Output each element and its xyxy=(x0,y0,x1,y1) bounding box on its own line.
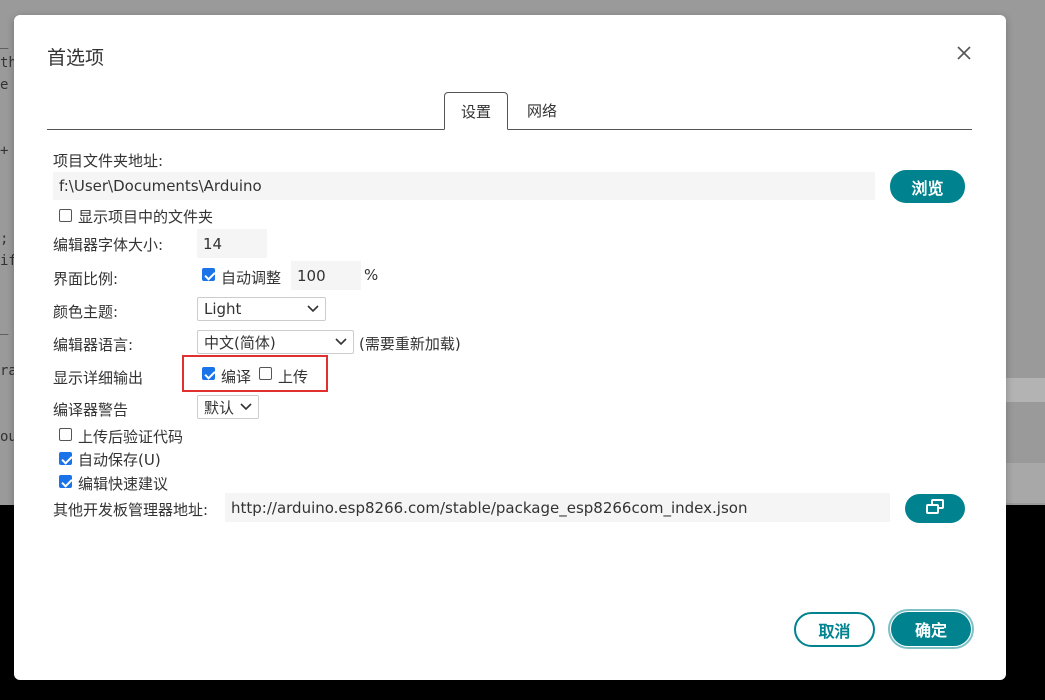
ok-button[interactable]: 确定 xyxy=(891,612,971,646)
tab-settings[interactable]: 设置 xyxy=(444,92,508,130)
verbose-compile-label: 编译 xyxy=(221,368,252,386)
dialog-title: 首选项 xyxy=(47,47,105,69)
background-code-line xyxy=(0,294,14,316)
sketchbook-path-input[interactable] xyxy=(53,172,875,200)
background-code-line xyxy=(0,162,14,184)
verbose-compile-checkbox[interactable] xyxy=(202,367,215,380)
background-code-line: _ xyxy=(0,319,9,335)
warnings-select-value: 默认 xyxy=(204,398,235,417)
auto-save-checkbox[interactable] xyxy=(59,452,72,465)
edit-urls-button[interactable] xyxy=(905,494,965,523)
background-code-line xyxy=(0,118,14,140)
scale-unit: % xyxy=(364,266,379,284)
theme-select[interactable]: Light xyxy=(197,297,326,321)
warnings-select[interactable]: 默认 xyxy=(197,395,259,419)
open-window-icon xyxy=(925,498,945,519)
background-strip xyxy=(1005,378,1045,402)
verify-upload-label: 上传后验证代码 xyxy=(78,428,184,446)
scale-input[interactable] xyxy=(291,261,361,290)
background-code-line xyxy=(0,184,14,206)
quick-suggestions-checkbox[interactable] xyxy=(59,475,72,488)
language-reload-note: (需要重新加载) xyxy=(359,335,461,353)
sketchbook-label: 项目文件夹地址: xyxy=(53,152,164,170)
background-code-line xyxy=(0,96,14,118)
chevron-down-icon xyxy=(240,400,252,414)
tab-network[interactable]: 网络 xyxy=(509,92,575,128)
background-code-line: if xyxy=(0,253,14,269)
background-code-line xyxy=(0,404,14,426)
chevron-down-icon xyxy=(335,335,347,349)
background-code-lines: _ th e +; if _ ra ou xyxy=(0,30,14,448)
background-code-line: th xyxy=(0,55,14,71)
board-urls-input[interactable] xyxy=(225,493,890,522)
background-code-line: e xyxy=(0,77,9,93)
verbose-upload-label: 上传 xyxy=(278,368,309,386)
background-code-line: ou xyxy=(0,429,14,445)
auto-scale-checkbox[interactable] xyxy=(202,268,215,281)
background-code-line: ra xyxy=(0,363,14,379)
show-files-checkbox[interactable] xyxy=(59,209,72,222)
close-icon[interactable] xyxy=(954,43,974,63)
warnings-label: 编译器警告 xyxy=(53,401,129,419)
show-files-label: 显示项目中的文件夹 xyxy=(78,208,214,226)
theme-label: 颜色主题: xyxy=(53,303,119,321)
background-code-line: + xyxy=(0,143,9,159)
verify-upload-checkbox[interactable] xyxy=(59,428,72,441)
chevron-down-icon xyxy=(307,302,319,316)
auto-scale-label: 自动调整 xyxy=(221,269,282,287)
verbose-label: 显示详细输出 xyxy=(53,369,144,387)
tab-bar: 设置 网络 xyxy=(47,92,972,130)
background-code-line xyxy=(0,206,14,228)
browse-button[interactable]: 浏览 xyxy=(890,170,965,203)
cancel-button[interactable]: 取消 xyxy=(794,612,875,647)
language-label: 编辑器语言: xyxy=(53,336,134,354)
background-code-line xyxy=(0,338,14,360)
font-size-label: 编辑器字体大小: xyxy=(53,236,164,254)
background-code-line: ; xyxy=(0,231,9,247)
auto-save-label: 自动保存(U) xyxy=(78,451,161,469)
font-size-input[interactable] xyxy=(197,229,267,258)
preferences-dialog: 首选项 设置 网络 项目文件夹地址: 浏览 显示项目中的文件夹 编辑器字体大小:… xyxy=(14,15,1006,680)
background-code-line xyxy=(0,382,14,404)
background-code-line: _ xyxy=(0,33,9,49)
theme-select-value: Light xyxy=(204,300,242,318)
language-select-value: 中文(简体) xyxy=(204,333,276,352)
background-panel xyxy=(1005,463,1045,503)
scale-label: 界面比例: xyxy=(53,270,119,288)
language-select[interactable]: 中文(简体) xyxy=(197,330,354,354)
verbose-upload-checkbox[interactable] xyxy=(259,367,272,380)
quick-suggestions-label: 编辑快速建议 xyxy=(78,475,169,493)
background-code-line xyxy=(0,272,14,294)
board-urls-label: 其他开发板管理器地址: xyxy=(53,501,209,519)
